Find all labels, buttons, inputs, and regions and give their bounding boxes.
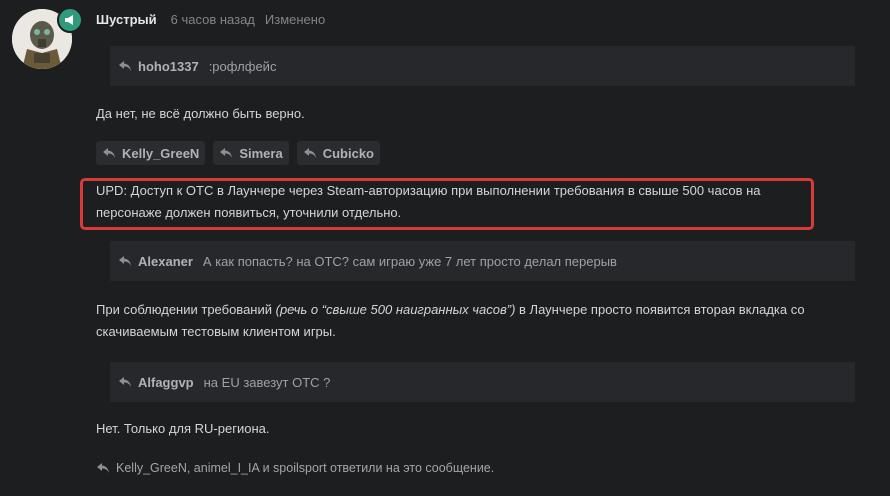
upd-paragraph: UPD: Доступ к ОТС в Лаунчере через Steam…: [96, 180, 761, 224]
reply-icon: [119, 377, 131, 387]
replies-text: Kelly_GreeN, animel_I_IA и spoilsport от…: [116, 461, 495, 475]
post-header: Шустрый 6 часов назад Изменено: [96, 12, 335, 27]
quote-author-link[interactable]: Alexaner: [118, 254, 193, 269]
paragraph-text: При соблюдении требований: [96, 302, 276, 317]
paragraph: Да нет, не всё должно быть верно.: [96, 106, 305, 121]
upd-line: UPD: Доступ к ОТС в Лаунчере через Steam…: [96, 183, 761, 198]
mention-simera[interactable]: Simera: [213, 141, 289, 165]
quote-author-link[interactable]: Alfaggvp: [118, 375, 194, 390]
quote-text: :рофлфейс: [208, 58, 277, 74]
quote-block: hoho1337 :рофлфейс: [110, 46, 855, 86]
author-name[interactable]: Шустрый: [96, 12, 157, 27]
mention-label: Kelly_GreeN: [122, 145, 200, 161]
reply-icon: [220, 148, 233, 158]
upd-line: персонаже должен появиться, уточнили отд…: [96, 205, 402, 220]
mention-list: Kelly_GreeN Simera Cubicko: [96, 141, 380, 165]
mention-label: Simera: [239, 145, 283, 161]
quote-author-link[interactable]: hoho1337: [118, 59, 199, 74]
quote-text: А как попасть? на ОТС? сам играю уже 7 л…: [202, 253, 617, 269]
mention-kelly[interactable]: Kelly_GreeN: [96, 141, 206, 165]
reply-icon: [119, 61, 131, 71]
edited-label: Изменено: [264, 12, 326, 27]
paragraph-text: скачиваемым тестовым клиентом игры.: [96, 324, 336, 339]
quote-block: Alexaner А как попасть? на ОТС? сам игра…: [110, 241, 855, 281]
paragraph-text: в Лаунчере просто появится вторая вкладк…: [515, 302, 805, 317]
quote-author: hoho1337: [138, 58, 199, 74]
paragraph-italic: (речь о “свыше 500 наигранных часов”): [275, 302, 516, 317]
replies-summary[interactable]: Kelly_GreeN, animel_I_IA и spoilsport от…: [96, 461, 494, 475]
quote-text: на EU завезут ОТС ?: [203, 374, 331, 390]
paragraph: Нет. Только для RU-региона.: [96, 421, 270, 436]
mention-label: Cubicko: [322, 145, 374, 161]
quote-author: Alfaggvp: [138, 374, 194, 390]
quote-block: Alfaggvp на EU завезут ОТС ?: [110, 362, 855, 402]
reply-icon: [103, 148, 115, 158]
mention-cubicko[interactable]: Cubicko: [296, 141, 380, 165]
reply-icon: [97, 463, 109, 473]
reply-icon: [303, 148, 316, 158]
post-time[interactable]: 6 часов назад: [171, 12, 255, 27]
reply-icon: [119, 256, 131, 266]
quote-author: Alexaner: [138, 253, 193, 269]
paragraph: При соблюдении требований (речь о “свыше…: [96, 299, 805, 343]
megaphone-icon: [57, 7, 83, 33]
